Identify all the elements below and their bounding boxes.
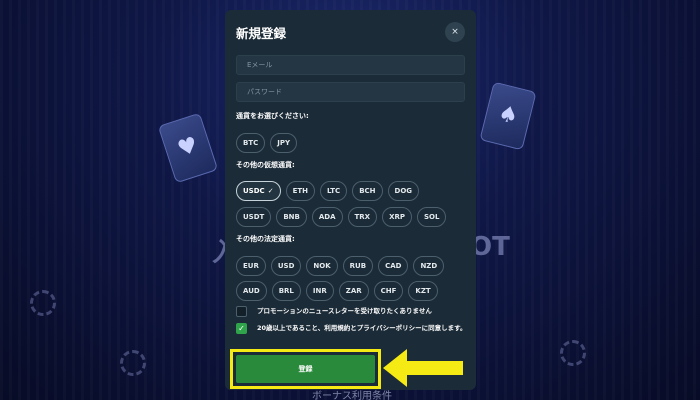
currency-chip-label: NZD — [420, 262, 438, 270]
currency-chip-ada[interactable]: ADA — [311, 207, 343, 227]
currency-chip-label: ADA — [318, 213, 336, 221]
currency-chip-sol[interactable]: SOL — [416, 207, 447, 227]
currency-chip-btc[interactable]: BTC — [236, 133, 266, 153]
crypto-currency-row: USDT BNB ADA TRX XRP SOL — [236, 207, 447, 227]
terms-label: 20歳以上であること、利用規約とプライバシーポリシーに同意します。 — [257, 324, 467, 332]
currency-chip-label: CHF — [380, 287, 397, 295]
currency-chip-dog[interactable]: DOG — [387, 181, 420, 201]
currency-chip-nok[interactable]: NOK — [306, 256, 338, 276]
email-field[interactable] — [236, 55, 465, 75]
registration-modal: 新規登録 × 通貨をお選びください: BTCJPY その他の仮想通貨: USDC… — [225, 10, 476, 390]
currency-chip-rub[interactable]: RUB — [342, 256, 374, 276]
currency-chip-aud[interactable]: AUD — [236, 281, 267, 301]
modal-title: 新規登録 — [236, 25, 287, 41]
currency-chip-label: RUB — [349, 262, 367, 270]
crypto-section-label: その他の仮想通貨: — [236, 161, 295, 169]
currency-chip-label: ETH — [292, 187, 308, 195]
currency-chip-label: BTC — [243, 139, 259, 147]
currency-chip-cad[interactable]: CAD — [378, 256, 409, 276]
crypto-currency-row: USDC ✓ ETH LTC BCH DOG — [236, 181, 420, 201]
fiat-currency-row: EUR USD NOK RUB CAD NZD — [236, 256, 445, 276]
fiat-section-label: その他の法定通貨: — [236, 235, 295, 243]
casino-chip-icon — [120, 350, 146, 376]
currency-chip-label: ZAR — [345, 287, 362, 295]
currency-chip-label: TRX — [354, 213, 371, 221]
casino-chip-icon — [30, 290, 56, 316]
currency-chip-label: NOK — [313, 262, 331, 270]
casino-chip-icon — [560, 340, 586, 366]
currency-section-label: 通貨をお選びください: — [236, 112, 309, 120]
primary-currency-row: BTC JPY — [236, 133, 298, 153]
currency-chip-trx[interactable]: TRX — [347, 207, 378, 227]
currency-chip-usdc[interactable]: USDC ✓ — [236, 181, 281, 201]
fiat-currency-row: AUD BRL INR ZAR CHF KZT — [236, 281, 438, 301]
currency-chip-label: DOG — [394, 187, 413, 195]
currency-chip-inr[interactable]: INR — [305, 281, 334, 301]
currency-chip-nzd[interactable]: NZD — [413, 256, 445, 276]
check-icon: ✓ — [267, 187, 274, 195]
currency-chip-eur[interactable]: EUR — [236, 256, 266, 276]
newsletter-label: プロモーションのニュースレターを受け取りたくありません — [257, 307, 432, 315]
terms-checkbox[interactable]: ✓ — [236, 323, 247, 334]
password-field[interactable] — [236, 82, 465, 102]
currency-chip-label: JPY — [277, 139, 291, 147]
currency-chip-label: EUR — [243, 262, 259, 270]
currency-chip-xrp[interactable]: XRP — [382, 207, 412, 227]
currency-chip-label: USD — [277, 262, 295, 270]
currency-chip-label: LTC — [326, 187, 341, 195]
currency-chip-kzt[interactable]: KZT — [408, 281, 438, 301]
currency-chip-label: INR — [312, 287, 327, 295]
highlight-arrow-icon — [383, 349, 463, 387]
register-button[interactable]: 登録 — [236, 355, 375, 383]
currency-chip-chf[interactable]: CHF — [373, 281, 404, 301]
checkmark-icon: ✓ — [238, 324, 245, 333]
currency-chip-label: AUD — [243, 287, 260, 295]
terms-option[interactable]: ✓ 20歳以上であること、利用規約とプライバシーポリシーに同意します。 — [236, 323, 468, 334]
currency-chip-zar[interactable]: ZAR — [338, 281, 369, 301]
currency-chip-label: XRP — [389, 213, 405, 221]
currency-chip-usdt[interactable]: USDT — [236, 207, 272, 227]
close-button[interactable]: × — [445, 22, 465, 42]
currency-chip-label: SOL — [423, 213, 440, 221]
currency-chip-label: KZT — [415, 287, 431, 295]
newsletter-option[interactable]: プロモーションのニュースレターを受け取りたくありません — [236, 306, 468, 317]
currency-chip-label: CAD — [385, 262, 402, 270]
currency-chip-label: USDT — [243, 213, 265, 221]
currency-chip-label: BCH — [359, 187, 376, 195]
currency-chip-bnb[interactable]: BNB — [276, 207, 307, 227]
currency-chip-label: BRL — [278, 287, 294, 295]
currency-chip-usd[interactable]: USD — [270, 256, 302, 276]
currency-chip-eth[interactable]: ETH — [285, 181, 315, 201]
currency-chip-label: BNB — [283, 213, 300, 221]
currency-chip-jpy[interactable]: JPY — [270, 133, 298, 153]
newsletter-checkbox[interactable] — [236, 306, 247, 317]
modal-header: 新規登録 × — [236, 22, 465, 42]
currency-chip-bch[interactable]: BCH — [352, 181, 383, 201]
currency-chip-brl[interactable]: BRL — [271, 281, 301, 301]
register-highlight-box: 登録 — [230, 349, 381, 389]
currency-chip-ltc[interactable]: LTC — [319, 181, 348, 201]
currency-chip-label: USDC — [243, 187, 265, 195]
